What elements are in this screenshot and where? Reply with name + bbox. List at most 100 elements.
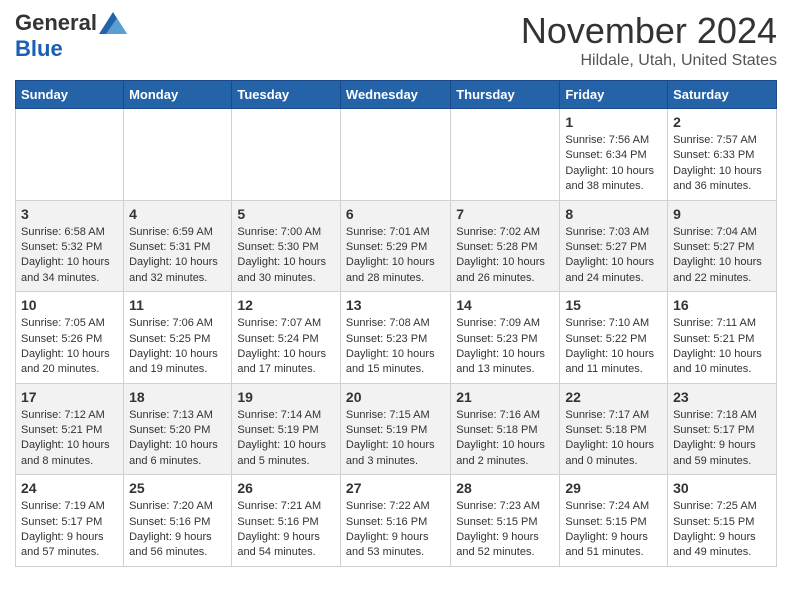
calendar-cell: 5 Sunrise: 7:00 AM Sunset: 5:30 PM Daylig… (232, 200, 341, 292)
calendar-cell: 23Sunrise: 7:18 AM Sunset: 5:17 PM Dayli… (668, 383, 777, 475)
day-info: Sunrise: 7:24 AM Sunset: 5:15 PM Dayligh… (565, 499, 662, 561)
day-number: 17 (21, 389, 118, 405)
calendar-cell (451, 109, 560, 201)
day-number: 22 (565, 389, 662, 405)
month-title: November 2024 (521, 10, 777, 52)
calendar-table: SundayMondayTuesdayWednesdayThursdayFrid… (15, 80, 777, 567)
calendar-cell: 26 Sunrise: 7:21 AM Sunset: 5:16 PM Dayli… (232, 475, 341, 567)
day-info: Sunrise: 7:05 AM Sunset: 5:26 PM Dayligh… (21, 316, 118, 378)
calendar-cell: 29 Sunrise: 7:24 AM Sunset: 5:15 PM Dayli… (560, 475, 668, 567)
page-header: General Blue November 2024 Hildale, Utah… (15, 10, 777, 70)
week-row-1: 1Sunrise: 7:56 AM Sunset: 6:34 PM Daylig… (16, 109, 777, 201)
day-number: 12 (237, 297, 335, 313)
calendar-cell: 19 Sunrise: 7:14 AM Sunset: 5:19 PM Dayli… (232, 383, 341, 475)
day-number: 9 (673, 206, 771, 222)
day-number: 25 (129, 480, 226, 496)
column-header-tuesday: Tuesday (232, 81, 341, 109)
day-number: 20 (346, 389, 445, 405)
day-info: Sunrise: 7:17 AM Sunset: 5:18 PM Dayligh… (565, 408, 662, 470)
column-header-wednesday: Wednesday (340, 81, 450, 109)
day-info: Sunrise: 7:07 AM Sunset: 5:24 PM Dayligh… (237, 316, 335, 378)
day-info: Sunrise: 7:25 AM Sunset: 5:15 PM Dayligh… (673, 499, 771, 561)
calendar-cell: 14 Sunrise: 7:09 AM Sunset: 5:23 PM Dayli… (451, 292, 560, 384)
day-number: 16 (673, 297, 771, 313)
day-number: 10 (21, 297, 118, 313)
day-info: Sunrise: 7:21 AM Sunset: 5:16 PM Dayligh… (237, 499, 335, 561)
day-info: Sunrise: 7:20 AM Sunset: 5:16 PM Dayligh… (129, 499, 226, 561)
logo-icon (99, 12, 127, 34)
day-number: 24 (21, 480, 118, 496)
calendar-cell: 3 Sunrise: 6:58 AM Sunset: 5:32 PM Daylig… (16, 200, 124, 292)
day-info: Sunrise: 7:06 AM Sunset: 5:25 PM Dayligh… (129, 316, 226, 378)
day-number: 26 (237, 480, 335, 496)
day-number: 1 (565, 114, 662, 130)
day-number: 23 (673, 389, 771, 405)
calendar-cell: 9 Sunrise: 7:04 AM Sunset: 5:27 PM Daylig… (668, 200, 777, 292)
day-number: 28 (456, 480, 554, 496)
day-number: 2 (673, 114, 771, 130)
logo: General Blue (15, 10, 127, 62)
calendar-cell: 17 Sunrise: 7:12 AM Sunset: 5:21 PM Dayli… (16, 383, 124, 475)
calendar-cell: 12 Sunrise: 7:07 AM Sunset: 5:24 PM Dayli… (232, 292, 341, 384)
calendar-cell: 7Sunrise: 7:02 AM Sunset: 5:28 PM Daylig… (451, 200, 560, 292)
day-number: 21 (456, 389, 554, 405)
day-number: 19 (237, 389, 335, 405)
calendar-cell: 24 Sunrise: 7:19 AM Sunset: 5:17 PM Dayli… (16, 475, 124, 567)
day-info: Sunrise: 6:58 AM Sunset: 5:32 PM Dayligh… (21, 225, 118, 287)
column-header-monday: Monday (124, 81, 232, 109)
week-row-4: 17 Sunrise: 7:12 AM Sunset: 5:21 PM Dayli… (16, 383, 777, 475)
day-info: Sunrise: 7:01 AM Sunset: 5:29 PM Dayligh… (346, 225, 445, 287)
column-header-thursday: Thursday (451, 81, 560, 109)
page-container: General Blue November 2024 Hildale, Utah… (0, 0, 792, 577)
day-info: Sunrise: 7:04 AM Sunset: 5:27 PM Dayligh… (673, 225, 771, 287)
column-header-saturday: Saturday (668, 81, 777, 109)
calendar-cell: 22 Sunrise: 7:17 AM Sunset: 5:18 PM Dayli… (560, 383, 668, 475)
day-info: Sunrise: 7:11 AM Sunset: 5:21 PM Dayligh… (673, 316, 771, 378)
day-info: Sunrise: 7:19 AM Sunset: 5:17 PM Dayligh… (21, 499, 118, 561)
day-info: Sunrise: 7:12 AM Sunset: 5:21 PM Dayligh… (21, 408, 118, 470)
day-number: 30 (673, 480, 771, 496)
calendar-cell (124, 109, 232, 201)
day-info: Sunrise: 6:59 AM Sunset: 5:31 PM Dayligh… (129, 225, 226, 287)
week-row-2: 3 Sunrise: 6:58 AM Sunset: 5:32 PM Daylig… (16, 200, 777, 292)
calendar-header-row: SundayMondayTuesdayWednesdayThursdayFrid… (16, 81, 777, 109)
calendar-cell: 25 Sunrise: 7:20 AM Sunset: 5:16 PM Dayli… (124, 475, 232, 567)
calendar-cell: 11 Sunrise: 7:06 AM Sunset: 5:25 PM Dayli… (124, 292, 232, 384)
day-info: Sunrise: 7:22 AM Sunset: 5:16 PM Dayligh… (346, 499, 445, 561)
day-number: 5 (237, 206, 335, 222)
day-number: 29 (565, 480, 662, 496)
day-number: 4 (129, 206, 226, 222)
day-info: Sunrise: 7:15 AM Sunset: 5:19 PM Dayligh… (346, 408, 445, 470)
column-header-friday: Friday (560, 81, 668, 109)
day-number: 8 (565, 206, 662, 222)
calendar-cell: 30 Sunrise: 7:25 AM Sunset: 5:15 PM Dayli… (668, 475, 777, 567)
day-number: 14 (456, 297, 554, 313)
title-section: November 2024 Hildale, Utah, United Stat… (521, 10, 777, 70)
day-number: 3 (21, 206, 118, 222)
calendar-cell (232, 109, 341, 201)
day-number: 13 (346, 297, 445, 313)
calendar-cell: 8Sunrise: 7:03 AM Sunset: 5:27 PM Daylig… (560, 200, 668, 292)
day-info: Sunrise: 7:13 AM Sunset: 5:20 PM Dayligh… (129, 408, 226, 470)
day-number: 6 (346, 206, 445, 222)
calendar-cell: 28 Sunrise: 7:23 AM Sunset: 5:15 PM Dayli… (451, 475, 560, 567)
day-info: Sunrise: 7:09 AM Sunset: 5:23 PM Dayligh… (456, 316, 554, 378)
calendar-cell: 21Sunrise: 7:16 AM Sunset: 5:18 PM Dayli… (451, 383, 560, 475)
day-info: Sunrise: 7:14 AM Sunset: 5:19 PM Dayligh… (237, 408, 335, 470)
calendar-cell: 15Sunrise: 7:10 AM Sunset: 5:22 PM Dayli… (560, 292, 668, 384)
calendar-cell: 4 Sunrise: 6:59 AM Sunset: 5:31 PM Daylig… (124, 200, 232, 292)
day-info: Sunrise: 7:10 AM Sunset: 5:22 PM Dayligh… (565, 316, 662, 378)
day-number: 11 (129, 297, 226, 313)
column-header-sunday: Sunday (16, 81, 124, 109)
calendar-cell: 27 Sunrise: 7:22 AM Sunset: 5:16 PM Dayli… (340, 475, 450, 567)
day-info: Sunrise: 7:23 AM Sunset: 5:15 PM Dayligh… (456, 499, 554, 561)
location-text: Hildale, Utah, United States (521, 52, 777, 70)
week-row-3: 10 Sunrise: 7:05 AM Sunset: 5:26 PM Dayli… (16, 292, 777, 384)
day-number: 7 (456, 206, 554, 222)
logo-blue-text: Blue (15, 36, 63, 61)
day-number: 27 (346, 480, 445, 496)
calendar-cell (340, 109, 450, 201)
day-info: Sunrise: 7:00 AM Sunset: 5:30 PM Dayligh… (237, 225, 335, 287)
calendar-cell: 2Sunrise: 7:57 AM Sunset: 6:33 PM Daylig… (668, 109, 777, 201)
calendar-cell: 20 Sunrise: 7:15 AM Sunset: 5:19 PM Dayli… (340, 383, 450, 475)
